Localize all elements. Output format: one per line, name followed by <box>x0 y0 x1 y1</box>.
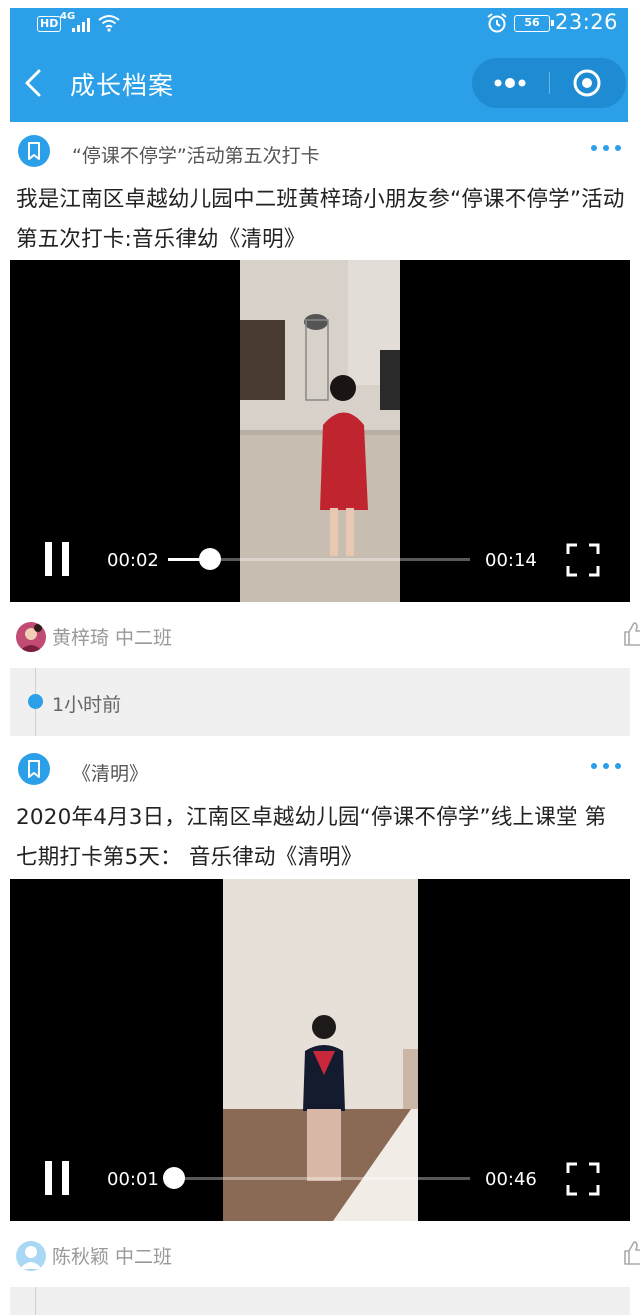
timeline-bar: 1小时前 <box>10 668 630 736</box>
thumbs-up-icon <box>624 1241 640 1265</box>
video-total-time: 00:14 <box>485 550 537 571</box>
battery-indicator: 56 <box>514 15 554 32</box>
video-current-time: 00:02 <box>107 550 159 571</box>
author-name[interactable]: 陈秋颖 中二班 <box>52 1242 172 1269</box>
video-progress-track[interactable] <box>163 1167 470 1189</box>
video-player[interactable]: 00:02 00:14 <box>10 260 630 602</box>
post-header: “停课不停学”活动第五次打卡 <box>10 122 630 174</box>
alarm-icon <box>487 13 507 33</box>
avatar[interactable] <box>16 622 46 652</box>
author-name[interactable]: 黄梓琦 中二班 <box>52 623 172 650</box>
target-icon[interactable] <box>549 58 626 108</box>
more-options-icon[interactable] <box>586 138 626 158</box>
nav-bar: 成长档案 <box>10 46 628 122</box>
page-title: 成长档案 <box>70 71 175 100</box>
post-card: “停课不停学”活动第五次打卡 我是江南区卓越幼儿园中二班黄梓琦小朋友参“停课不停… <box>10 122 640 736</box>
post-description: 我是江南区卓越幼儿园中二班黄梓琦小朋友参“停课不停学”活动第五次打卡:音乐律幼《… <box>16 187 625 252</box>
video-frame <box>223 879 418 1221</box>
hd-indicator: HD <box>37 16 62 32</box>
time-ago: 1小时前 <box>52 694 122 716</box>
wifi-icon <box>98 15 120 32</box>
more-options-icon[interactable] <box>586 756 626 776</box>
timeline-line <box>35 1287 36 1315</box>
avatar[interactable] <box>16 1241 46 1271</box>
video-player[interactable]: 00:01 00:46 <box>10 879 630 1221</box>
pause-icon[interactable] <box>43 541 71 577</box>
video-current-time: 00:01 <box>107 1169 159 1190</box>
post-tag: 《清明》 <box>72 763 149 785</box>
thumbs-up-icon <box>624 622 640 646</box>
timeline-dot <box>28 694 43 709</box>
bookmark-icon <box>18 753 50 785</box>
video-progress-knob[interactable] <box>199 548 222 570</box>
post-header: 《清明》 <box>10 740 630 792</box>
mini-program-capsule <box>472 58 626 108</box>
signal-icon <box>72 18 90 32</box>
video-progress-track[interactable] <box>168 548 470 570</box>
video-total-time: 00:46 <box>485 1169 537 1190</box>
pause-icon[interactable] <box>43 1160 71 1196</box>
bookmark-icon <box>18 135 50 167</box>
clock: 23:26 <box>555 10 619 34</box>
fullscreen-icon[interactable] <box>566 543 600 577</box>
post-card: 《清明》 2020年4月3日，江南区卓越幼儿园“停课不停学”线上课堂 第七期打卡… <box>10 740 640 1315</box>
more-dots-icon[interactable] <box>472 58 549 108</box>
video-progress-knob[interactable] <box>163 1167 186 1189</box>
post-tag: “停课不停学”活动第五次打卡 <box>72 145 320 167</box>
back-icon[interactable] <box>22 68 46 98</box>
post-description: 2020年4月3日，江南区卓越幼儿园“停课不停学”线上课堂 第七期打卡第5天： … <box>16 805 607 870</box>
video-frame <box>240 260 400 602</box>
post-meta: 陈秋颖 中二班 1 <box>10 1225 640 1287</box>
status-bar: HD 4G 56 23:26 <box>10 8 628 46</box>
fullscreen-icon[interactable] <box>566 1162 600 1196</box>
post-meta: 黄梓琦 中二班 1 <box>10 606 640 668</box>
timeline-bar <box>10 1287 630 1315</box>
